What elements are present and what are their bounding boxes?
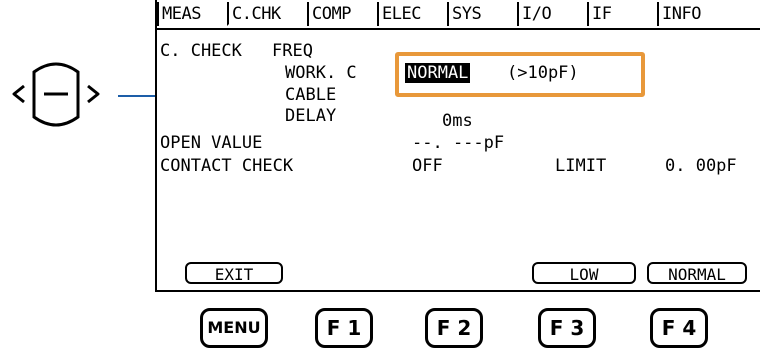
open-value-label: OPEN VALUE — [160, 133, 263, 153]
limit-label: LIMIT — [555, 156, 607, 176]
tab-sys[interactable]: SYS — [447, 2, 517, 26]
limit-value[interactable]: 0. 00pF — [665, 157, 737, 175]
menu-button[interactable]: MENU — [200, 308, 268, 348]
open-value: --. ---pF — [412, 133, 505, 153]
tab-meas[interactable]: MEAS — [157, 2, 227, 26]
delay-label: DELAY — [285, 106, 337, 126]
tab-io[interactable]: I/O — [517, 2, 587, 26]
lcd-screen: MEAS C.CHK COMP ELEC SYS I/O IF INFO C. … — [155, 0, 760, 292]
f2-button[interactable]: F 2 — [425, 308, 483, 348]
contact-check-value[interactable]: OFF — [412, 157, 443, 175]
tab-bar: MEAS C.CHK COMP ELEC SYS I/O IF INFO — [157, 2, 760, 30]
delay-value[interactable]: 0ms — [442, 112, 473, 130]
cable-label: CABLE — [285, 85, 337, 105]
highlight-box — [395, 52, 645, 97]
cchk-label: C. CHECK — [160, 41, 242, 61]
normal-softkey[interactable]: NORMAL — [647, 262, 747, 284]
dpad-key-icon — [12, 62, 100, 127]
tab-if[interactable]: IF — [587, 2, 657, 26]
tab-elec[interactable]: ELEC — [377, 2, 447, 26]
contact-check-label: CONTACT CHECK — [160, 156, 294, 176]
low-softkey[interactable]: LOW — [532, 262, 636, 284]
tab-cchk[interactable]: C.CHK — [227, 2, 307, 26]
work-c-label: WORK. C — [285, 63, 357, 83]
f1-button[interactable]: F 1 — [315, 308, 373, 348]
f4-button[interactable]: F 4 — [650, 308, 708, 348]
exit-softkey[interactable]: EXIT — [185, 262, 283, 284]
tab-info[interactable]: INFO — [657, 2, 760, 26]
freq-label: FREQ — [272, 41, 313, 61]
f3-button[interactable]: F 3 — [538, 308, 596, 348]
tab-comp[interactable]: COMP — [307, 2, 377, 26]
